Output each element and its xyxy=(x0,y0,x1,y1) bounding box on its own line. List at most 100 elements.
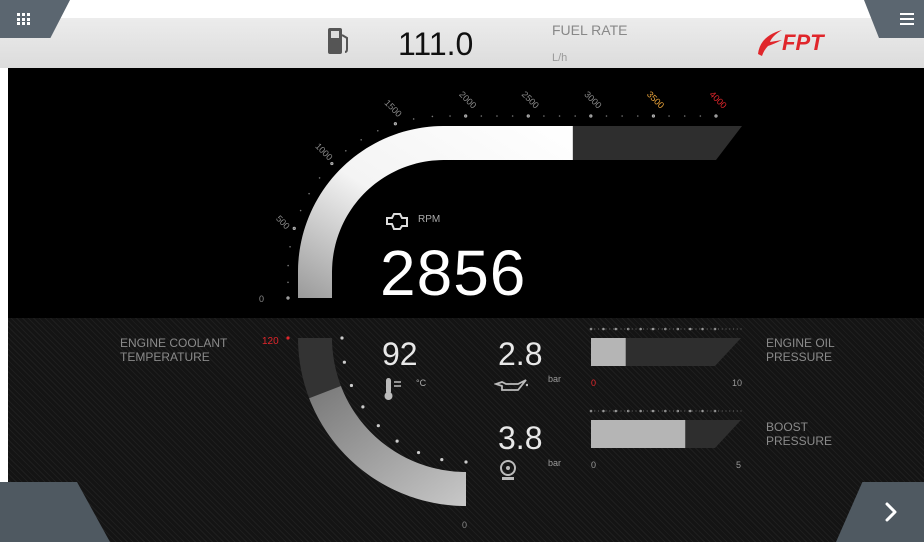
rpm-minor-dot xyxy=(527,115,530,117)
bar-minor-dot xyxy=(639,410,641,412)
bar-minor-dot xyxy=(654,410,656,412)
bar-minor-dot xyxy=(721,410,723,412)
bar-minor-dot xyxy=(646,410,648,412)
rpm-minor-dot xyxy=(287,264,289,267)
rpm-minor-dot xyxy=(636,115,639,117)
dashboard-screen: 111.0 FUEL RATE L/h FPT 0 500 1000 1500 … xyxy=(0,0,924,542)
rpm-tick-label: 1500 xyxy=(383,98,404,119)
rpm-minor-dot xyxy=(605,115,608,117)
bar-minor-dot xyxy=(695,328,697,330)
bar-minor-dot xyxy=(597,328,600,330)
bar-minor-dot xyxy=(676,410,678,412)
bar-minor-dot xyxy=(725,328,727,330)
bar-minor-dot xyxy=(627,410,630,412)
coolant-max-dot xyxy=(286,336,290,340)
rpm-minor-dot xyxy=(293,227,296,230)
rpm-tick-label: 4000 xyxy=(708,89,729,110)
oil-min-label: 0 xyxy=(591,378,597,388)
bar-minor-dot xyxy=(736,410,738,412)
bar-minor-dot xyxy=(627,328,630,330)
bar-tick-dot xyxy=(651,409,655,413)
rpm-minor-dot xyxy=(299,209,302,212)
bar-minor-dot xyxy=(616,410,618,412)
bar-minor-dot xyxy=(642,410,645,412)
bar-minor-dot xyxy=(721,328,723,330)
rpm-minor-dot xyxy=(449,115,451,117)
rpm-minor-dot xyxy=(511,115,514,117)
coolant-tick-dot xyxy=(440,458,444,462)
bar-minor-dot xyxy=(635,410,637,412)
coolant-tick-dot xyxy=(342,360,346,364)
bar-minor-dot xyxy=(612,328,615,330)
rpm-minor-dot xyxy=(652,115,655,117)
bar-minor-dot xyxy=(672,328,675,330)
bar-minor-dot xyxy=(732,410,735,412)
bar-minor-dot xyxy=(624,328,626,330)
rpm-tick-label: 1000 xyxy=(313,141,334,162)
bar-minor-dot xyxy=(590,328,592,330)
rpm-minor-dot xyxy=(464,115,467,117)
bar-minor-dot xyxy=(646,328,648,330)
bar-minor-dot xyxy=(624,410,626,412)
bar-minor-dot xyxy=(695,410,697,412)
coolant-tick-dot xyxy=(349,383,354,388)
bar-minor-dot xyxy=(616,328,618,330)
rpm-minor-dot xyxy=(308,192,310,195)
coolant-unit: °C xyxy=(416,378,427,388)
boost-bar-fill xyxy=(591,420,686,448)
bar-minor-dot xyxy=(669,328,671,330)
bar-minor-dot xyxy=(639,328,641,330)
rpm-tick-label: 3000 xyxy=(582,89,603,110)
bar-minor-dot xyxy=(594,410,596,412)
bar-minor-dot xyxy=(714,328,716,330)
rpm-minor-dot xyxy=(287,297,289,299)
bar-minor-dot xyxy=(661,328,663,330)
rpm-minor-dot xyxy=(480,115,483,117)
bar-minor-dot xyxy=(601,410,603,412)
bar-minor-dot xyxy=(672,410,675,412)
bar-minor-dot xyxy=(706,328,708,330)
bar-minor-dot xyxy=(717,328,720,330)
coolant-gauge xyxy=(286,336,468,506)
rpm-minor-dot xyxy=(558,115,561,117)
rpm-minor-dot xyxy=(345,149,347,152)
bar-minor-dot xyxy=(706,410,708,412)
rpm-minor-dot xyxy=(543,115,545,117)
bar-minor-dot xyxy=(699,410,701,412)
oil-pressure-unit: bar xyxy=(548,374,562,384)
rpm-minor-dot xyxy=(431,115,434,118)
bar-minor-dot xyxy=(665,328,667,330)
rpm-tick-label: 3500 xyxy=(645,89,666,110)
oil-label-line1: ENGINE OIL xyxy=(766,336,835,350)
oil-pressure-bar xyxy=(589,327,742,366)
oil-label-line2: PRESSURE xyxy=(766,350,833,364)
oil-can-icon xyxy=(494,379,528,391)
coolant-label-line2: TEMPERATURE xyxy=(120,350,210,364)
bar-minor-dot xyxy=(665,410,667,412)
rpm-minor-dot xyxy=(668,115,670,117)
rpm-minor-dot xyxy=(360,138,362,141)
rpm-minor-dot xyxy=(331,162,333,165)
coolant-tick-dot xyxy=(340,336,344,340)
boost-min-label: 0 xyxy=(591,460,597,470)
rpm-minor-dot xyxy=(287,281,289,284)
coolant-tick-dot xyxy=(464,460,468,464)
bar-minor-dot xyxy=(702,328,705,330)
bar-minor-dot xyxy=(680,410,682,412)
coolant-label-line1: ENGINE COOLANT xyxy=(120,336,228,350)
bar-minor-dot xyxy=(710,328,712,330)
chevron-right-icon xyxy=(885,502,897,522)
boost-pressure-value: 3.8 xyxy=(498,420,543,456)
bar-tick-dot xyxy=(688,327,692,331)
rpm-minor-dot xyxy=(621,115,623,117)
bar-minor-dot xyxy=(732,328,735,330)
bar-minor-dot xyxy=(699,328,701,330)
bar-minor-dot xyxy=(717,410,720,412)
bar-minor-dot xyxy=(669,410,671,412)
coolant-tick-dot xyxy=(376,424,380,428)
rpm-value: 2856 xyxy=(380,237,527,309)
bar-minor-dot xyxy=(612,410,615,412)
rpm-minor-dot xyxy=(376,129,379,132)
oil-scale-dots xyxy=(589,327,742,331)
bar-minor-dot xyxy=(684,410,686,412)
